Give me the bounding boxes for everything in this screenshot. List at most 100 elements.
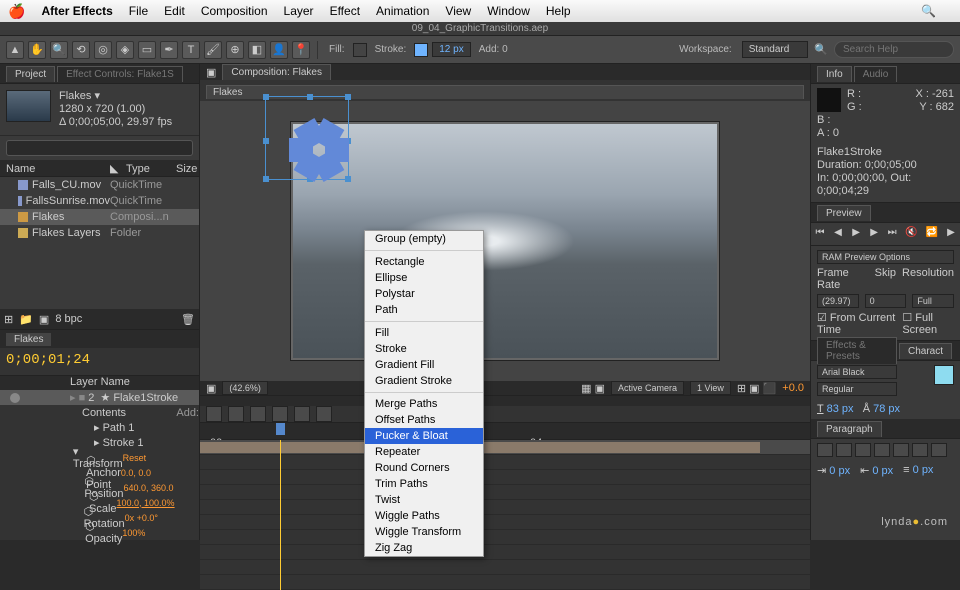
menu-item-fill[interactable]: Fill — [365, 325, 483, 341]
menu-view[interactable]: View — [445, 4, 471, 18]
property-row[interactable]: ▸ Path 1 — [0, 420, 199, 435]
timeline-tab[interactable]: Flakes — [6, 333, 51, 346]
next-frame[interactable]: ▶ — [869, 227, 879, 241]
app-name[interactable]: After Effects — [41, 4, 112, 18]
current-time[interactable]: 0;00;01;24 — [0, 348, 199, 376]
layer-row[interactable]: ▸ ■ 2 ★ Flake1Stroke — [0, 390, 199, 405]
playhead[interactable] — [280, 440, 281, 590]
list-item[interactable]: Flakes LayersFolder — [0, 225, 199, 241]
pan-behind-tool[interactable]: ◈ — [116, 41, 134, 59]
list-item[interactable]: Falls_CU.movQuickTime — [0, 177, 199, 193]
menu-help[interactable]: Help — [546, 4, 571, 18]
exposure[interactable]: +0.0 — [782, 382, 804, 394]
apple-icon[interactable]: 🍎 — [8, 3, 25, 20]
comp-viewer[interactable] — [200, 101, 810, 381]
time-ruler[interactable]: 00s 02s 04s — [200, 423, 810, 440]
tl-icon[interactable] — [250, 406, 266, 422]
shape-tool[interactable]: ▭ — [138, 41, 156, 59]
stroke-swatch[interactable] — [414, 43, 428, 57]
effect-controls-tab[interactable]: Effect Controls: Flake1S — [57, 66, 183, 82]
audio-tab[interactable]: Audio — [854, 66, 898, 82]
preview-tab[interactable]: Preview — [817, 205, 871, 221]
info-tab[interactable]: Info — [817, 66, 852, 82]
justify-all[interactable] — [931, 443, 947, 457]
menu-item-ellipse[interactable]: Ellipse — [365, 270, 483, 286]
align-center[interactable] — [836, 443, 852, 457]
character-tab[interactable]: Charact — [899, 343, 952, 359]
menu-item-pucker-bloat[interactable]: Pucker & Bloat — [365, 428, 483, 444]
align-right[interactable] — [855, 443, 871, 457]
list-item[interactable]: FallsSunrise.movQuickTime — [0, 193, 199, 209]
rotate-tool[interactable]: ⟲ — [72, 41, 90, 59]
last-frame[interactable]: ⏭ — [887, 227, 897, 241]
tl-icon[interactable] — [206, 406, 222, 422]
project-tab[interactable]: Project — [6, 66, 55, 82]
menu-window[interactable]: Window — [487, 4, 530, 18]
menu-item-wiggle-transform[interactable]: Wiggle Transform — [365, 524, 483, 540]
font-dd[interactable]: Arial Black — [817, 365, 897, 379]
project-search[interactable] — [6, 140, 193, 156]
folder-icon[interactable]: 📁 — [19, 313, 33, 326]
prev-frame[interactable]: ◀ — [833, 227, 843, 241]
menu-effect[interactable]: Effect — [330, 4, 360, 18]
workspace-dropdown[interactable]: Standard — [742, 41, 809, 58]
mute[interactable]: 🔇 — [905, 227, 917, 241]
roto-tool[interactable]: 👤 — [270, 41, 288, 59]
fill-swatch[interactable] — [353, 43, 367, 57]
style-dd[interactable]: Regular — [817, 382, 897, 396]
ram-preview[interactable]: ▶ — [946, 227, 956, 241]
menu-layer[interactable]: Layer — [284, 4, 314, 18]
comp-canvas[interactable] — [290, 121, 720, 361]
zoom-tool[interactable]: 🔍 — [50, 41, 68, 59]
play[interactable]: ▶ — [851, 227, 861, 241]
clone-tool[interactable]: ⊕ — [226, 41, 244, 59]
pen-tool[interactable]: ✒ — [160, 41, 178, 59]
comp-icon[interactable]: ▣ — [39, 313, 49, 326]
menu-item-merge-paths[interactable]: Merge Paths — [365, 396, 483, 412]
spotlight-icon[interactable]: 🔍 — [921, 4, 936, 18]
menu-item-twist[interactable]: Twist — [365, 492, 483, 508]
tl-icon[interactable] — [228, 406, 244, 422]
menu-item-wiggle-paths[interactable]: Wiggle Paths — [365, 508, 483, 524]
menu-composition[interactable]: Composition — [201, 4, 268, 18]
menu-item-repeater[interactable]: Repeater — [365, 444, 483, 460]
trash-icon[interactable]: 🗑 — [181, 313, 195, 326]
menu-item-offset-paths[interactable]: Offset Paths — [365, 412, 483, 428]
zoom-dropdown[interactable]: (42.6%) — [222, 381, 268, 395]
camera-dropdown[interactable]: Active Camera — [611, 381, 684, 395]
eraser-tool[interactable]: ◧ — [248, 41, 266, 59]
tl-icon[interactable] — [316, 406, 332, 422]
menu-file[interactable]: File — [129, 4, 148, 18]
menu-item-stroke[interactable]: Stroke — [365, 341, 483, 357]
text-color[interactable] — [934, 365, 954, 385]
menu-item-gradient-fill[interactable]: Gradient Fill — [365, 357, 483, 373]
help-search[interactable] — [834, 41, 954, 58]
paragraph-tab[interactable]: Paragraph — [817, 421, 882, 437]
tl-icon[interactable] — [294, 406, 310, 422]
bpc-label[interactable]: 8 bpc — [55, 313, 82, 325]
ram-preview-dropdown[interactable]: RAM Preview Options — [817, 250, 954, 264]
property-row[interactable]: ⬡ Opacity100% — [0, 525, 199, 540]
loop[interactable]: 🔁 — [926, 227, 938, 241]
align-left[interactable] — [817, 443, 833, 457]
menu-item-round-corners[interactable]: Round Corners — [365, 460, 483, 476]
shape-snowflake[interactable] — [279, 110, 359, 190]
skip-dd[interactable]: 0 — [865, 294, 907, 308]
res-dd[interactable]: Full — [912, 294, 954, 308]
menu-item-path[interactable]: Path — [365, 302, 483, 318]
property-row[interactable]: ContentsAdd: — [0, 405, 199, 420]
view-dropdown[interactable]: 1 View — [690, 381, 731, 395]
tl-icon[interactable] — [272, 406, 288, 422]
menu-item-trim-paths[interactable]: Trim Paths — [365, 476, 483, 492]
menu-item-polystar[interactable]: Polystar — [365, 286, 483, 302]
menu-item-group-empty-[interactable]: Group (empty) — [365, 231, 483, 247]
menu-item-rectangle[interactable]: Rectangle — [365, 254, 483, 270]
comp-pretab[interactable]: Composition: Flakes — [222, 64, 331, 80]
selection-tool[interactable]: ▲ — [6, 41, 24, 59]
hand-tool[interactable]: ✋ — [28, 41, 46, 59]
cti-head[interactable] — [276, 423, 285, 435]
menu-item-zig-zag[interactable]: Zig Zag — [365, 540, 483, 556]
stroke-width[interactable]: 12 px — [432, 42, 470, 57]
justify-right[interactable] — [912, 443, 928, 457]
effects-tab[interactable]: Effects & Presets — [817, 337, 897, 364]
